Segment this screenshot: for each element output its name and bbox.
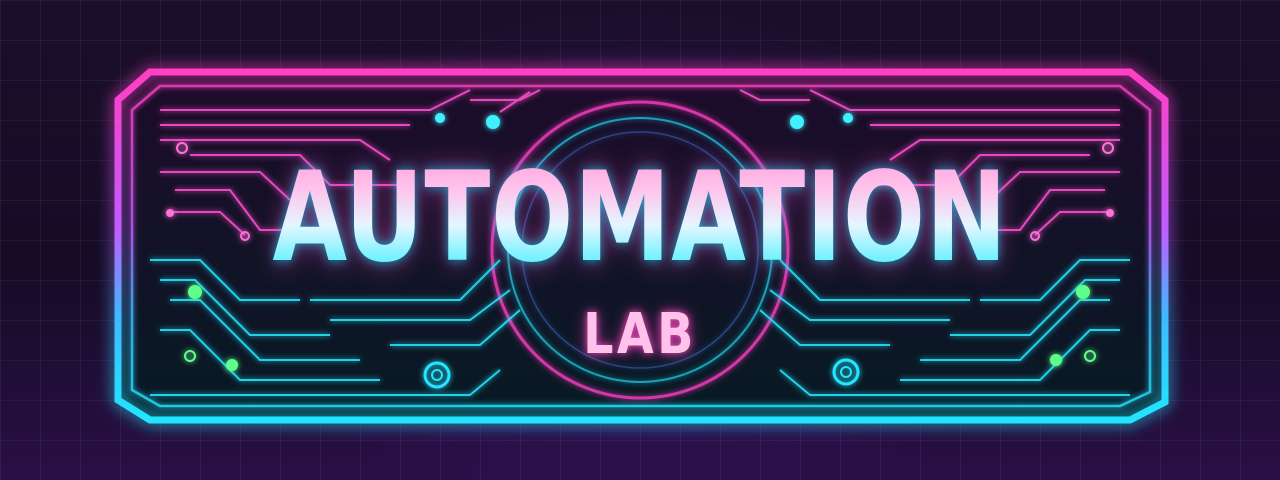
banner: AUTOMATION LAB: [0, 0, 1280, 480]
sign-title: AUTOMATION: [141, 148, 1139, 288]
sign-subtitle: LAB: [583, 302, 697, 367]
